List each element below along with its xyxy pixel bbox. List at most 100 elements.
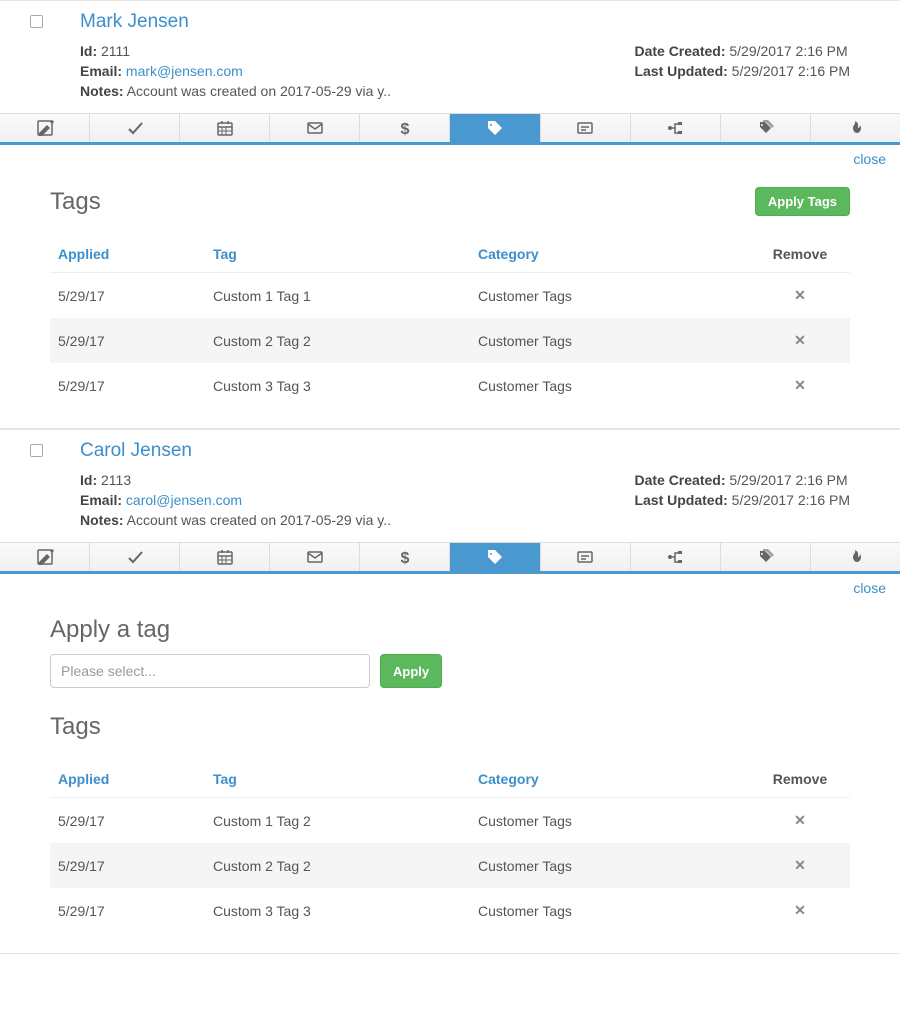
cell-tag: Custom 1 Tag 2 (205, 798, 470, 844)
edit-icon (36, 119, 54, 137)
tags-icon (756, 119, 774, 137)
tab-segments[interactable] (721, 114, 811, 142)
col-applied[interactable]: Applied (50, 761, 205, 798)
cell-category: Customer Tags (470, 318, 750, 363)
card-icon (576, 548, 594, 566)
tags-panel: Apply a tag Please select... Apply Tags Appl… (0, 596, 900, 954)
cell-category: Customer Tags (470, 363, 750, 408)
tag-icon (486, 548, 504, 566)
tab-bar (0, 113, 900, 145)
contact-name-link[interactable]: Mark Jensen (80, 11, 890, 33)
dollar-icon (396, 119, 414, 137)
cell-applied: 5/29/17 (50, 363, 205, 408)
tab-activity[interactable] (811, 543, 900, 571)
calendar-icon (216, 119, 234, 137)
tags-panel: Tags Apply Tags AppliedTagCategoryRemove 5/… (0, 167, 900, 429)
apply-tag-heading: Apply a tag (50, 616, 850, 644)
tab-edit[interactable] (0, 114, 90, 142)
contact-name-link[interactable]: Carol Jensen (80, 440, 890, 462)
cell-tag: Custom 1 Tag 1 (205, 273, 470, 319)
remove-button[interactable]: ✕ (794, 287, 806, 303)
card-icon (576, 119, 594, 137)
cell-category: Customer Tags (470, 843, 750, 888)
col-category[interactable]: Category (470, 761, 750, 798)
tab-tasks[interactable] (90, 543, 180, 571)
field-email: Email: carol@jensen.com (80, 492, 391, 508)
contact-record: Carol Jensen Id: 2113 Email: carol@jensen.… (0, 429, 900, 954)
tab-mail[interactable] (270, 114, 360, 142)
tab-relations[interactable] (631, 543, 721, 571)
email-link[interactable]: mark@jensen.com (126, 63, 243, 79)
tags-heading: Tags (50, 188, 101, 216)
tags-heading: Tags (50, 713, 850, 741)
cell-applied: 5/29/17 (50, 273, 205, 319)
cell-tag: Custom 3 Tag 3 (205, 363, 470, 408)
remove-button[interactable]: ✕ (794, 332, 806, 348)
cell-tag: Custom 3 Tag 3 (205, 888, 470, 933)
tree-icon (666, 548, 684, 566)
cell-category: Customer Tags (470, 273, 750, 319)
col-tag[interactable]: Tag (205, 761, 470, 798)
tab-bar (0, 542, 900, 574)
table-row: 5/29/17Custom 3 Tag 3Customer Tags ✕ (50, 363, 850, 408)
remove-button[interactable]: ✕ (794, 377, 806, 393)
tab-mail[interactable] (270, 543, 360, 571)
col-category[interactable]: Category (470, 236, 750, 273)
select-checkbox[interactable] (30, 444, 43, 457)
contact-record: Mark JensenId: 2111Email: mark@jensen.co… (0, 0, 900, 429)
cell-applied: 5/29/17 (50, 318, 205, 363)
table-row: 5/29/17Custom 1 Tag 2Customer Tags ✕ (50, 798, 850, 844)
field-id: Id: 2113 (80, 472, 391, 488)
tab-details[interactable] (541, 114, 631, 142)
field-date-created: Date Created: 5/29/2017 2:16 PM (634, 43, 850, 59)
cell-tag: Custom 2 Tag 2 (205, 318, 470, 363)
select-checkbox[interactable] (30, 15, 43, 28)
tag-select[interactable]: Please select... (50, 654, 370, 688)
cell-category: Customer Tags (470, 888, 750, 933)
calendar-icon (216, 548, 234, 566)
remove-button[interactable]: ✕ (794, 902, 806, 918)
apply-tags-button[interactable]: Apply Tags (755, 187, 850, 216)
tags-icon (756, 548, 774, 566)
tag-icon (486, 119, 504, 137)
tree-icon (666, 119, 684, 137)
email-link[interactable]: carol@jensen.com (126, 492, 242, 508)
col-applied[interactable]: Applied (50, 236, 205, 273)
table-row: 5/29/17Custom 2 Tag 2Customer Tags ✕ (50, 843, 850, 888)
fire-icon (846, 548, 864, 566)
tab-edit[interactable] (0, 543, 90, 571)
check-icon (126, 548, 144, 566)
tab-calendar[interactable] (180, 114, 270, 142)
remove-button[interactable]: ✕ (794, 857, 806, 873)
cell-applied: 5/29/17 (50, 843, 205, 888)
fire-icon (846, 119, 864, 137)
tab-activity[interactable] (811, 114, 900, 142)
tab-calendar[interactable] (180, 543, 270, 571)
col-tag[interactable]: Tag (205, 236, 470, 273)
cell-category: Customer Tags (470, 798, 750, 844)
cell-applied: 5/29/17 (50, 798, 205, 844)
field-notes: Notes: Account was created on 2017-05-29… (80, 83, 391, 99)
apply-button[interactable]: Apply (380, 654, 442, 688)
tab-details[interactable] (541, 543, 631, 571)
cell-tag: Custom 2 Tag 2 (205, 843, 470, 888)
remove-button[interactable]: ✕ (794, 812, 806, 828)
tab-billing[interactable] (360, 114, 450, 142)
tab-tags[interactable] (450, 114, 540, 142)
tab-billing[interactable] (360, 543, 450, 571)
field-last-updated: Last Updated: 5/29/2017 2:16 PM (634, 492, 850, 508)
tab-segments[interactable] (721, 543, 811, 571)
close-link[interactable]: close (853, 151, 886, 167)
tab-relations[interactable] (631, 114, 721, 142)
dollar-icon (396, 548, 414, 566)
tab-tags[interactable] (450, 543, 540, 571)
col-remove: Remove (750, 236, 850, 273)
tab-tasks[interactable] (90, 114, 180, 142)
mail-icon (306, 548, 324, 566)
cell-applied: 5/29/17 (50, 888, 205, 933)
tags-table: AppliedTagCategoryRemove5/29/17Custom 1 … (50, 761, 850, 933)
edit-icon (36, 548, 54, 566)
table-row: 5/29/17Custom 3 Tag 3Customer Tags ✕ (50, 888, 850, 933)
close-link[interactable]: close (853, 580, 886, 596)
field-date-created: Date Created: 5/29/2017 2:16 PM (634, 472, 850, 488)
